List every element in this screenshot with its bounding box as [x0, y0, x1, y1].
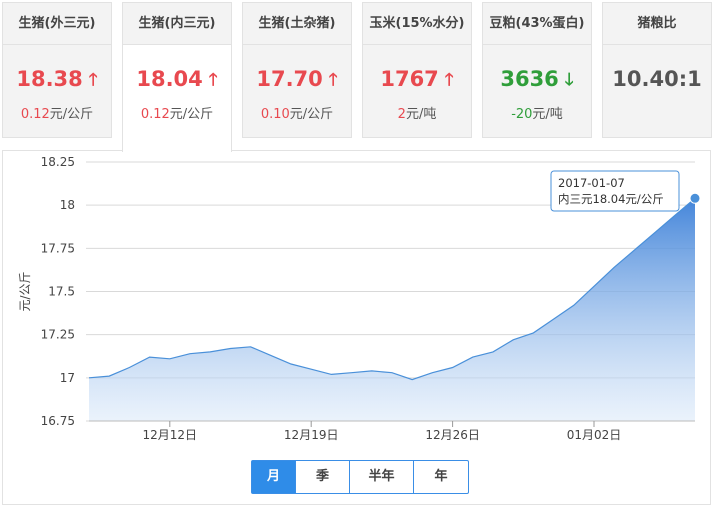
y-tick-label: 17.75	[41, 241, 75, 255]
card-corn[interactable]: 玉米(15%水分) 1767 🡑 2元/吨	[362, 2, 472, 138]
price-cards: 生猪(外三元) 18.38 🡑 0.12元/公斤 生猪(内三元) 18.04 🡑 0…	[0, 0, 713, 152]
chart-panel: 16.75 17 17.25 17.5 17.75 18 18.25 12月12日 12月19日…	[2, 150, 711, 505]
arrow-up-icon: 🡑	[328, 70, 338, 90]
range-year-button[interactable]: 年	[414, 461, 468, 493]
data-point-highlighted	[689, 192, 701, 204]
card-change: -20元/吨	[511, 107, 563, 122]
card-pig-outer-three[interactable]: 生猪(外三元) 18.38 🡑 0.12元/公斤	[2, 2, 112, 138]
range-half-year-button[interactable]: 半年	[350, 461, 414, 493]
y-tick-label: 18	[60, 198, 75, 212]
card-change: 0.10元/公斤	[260, 107, 334, 122]
y-axis-label: 元/公斤	[18, 271, 32, 311]
x-tick-label: 01月02日	[567, 428, 622, 442]
x-tick-label: 12月19日	[284, 428, 339, 442]
range-quarter-button[interactable]: 季	[296, 461, 350, 493]
card-pig-local[interactable]: 生猪(土杂猪) 17.70 🡑 0.10元/公斤	[242, 2, 352, 138]
card-title: 玉米(15%水分)	[363, 3, 471, 45]
card-price: 18.04 🡑	[123, 67, 231, 96]
x-tick-label: 12月26日	[425, 428, 480, 442]
card-title: 猪粮比	[603, 3, 711, 45]
card-change: 0.12元/公斤	[20, 107, 94, 122]
card-title: 豆粕(43%蛋白)	[483, 3, 591, 45]
card-price: 3636 🡓	[483, 67, 591, 96]
card-price: 17.70 🡑	[243, 67, 351, 96]
card-price: 10.40:1	[612, 67, 702, 91]
range-month-button[interactable]: 月	[252, 461, 296, 493]
price-chart: 16.75 17 17.25 17.5 17.75 18 18.25 12月12日 12月19日…	[18, 155, 701, 442]
arrow-up-icon: 🡑	[208, 70, 218, 90]
y-tick-label: 17.25	[41, 328, 75, 342]
card-change: 2元/吨	[397, 107, 437, 122]
y-tick-label: 18.25	[41, 155, 75, 169]
card-soymeal[interactable]: 豆粕(43%蛋白) 3636 🡓 -20元/吨	[482, 2, 592, 138]
tooltip-date: 2017-01-07	[558, 176, 625, 190]
tooltip-value: 内三元18.04元/公斤	[558, 192, 664, 206]
card-price: 18.38 🡑	[3, 67, 111, 96]
card-title: 生猪(外三元)	[3, 3, 111, 45]
card-pig-grain-ratio[interactable]: 猪粮比 10.40:1	[602, 2, 712, 138]
arrow-down-icon: 🡓	[564, 70, 574, 90]
y-tick-label: 17.5	[48, 285, 75, 299]
card-title: 生猪(内三元)	[123, 3, 231, 45]
arrow-up-icon: 🡑	[444, 70, 454, 90]
card-price: 1767 🡑	[363, 67, 471, 96]
card-change: 0.12元/公斤	[140, 107, 214, 122]
y-tick-label: 17	[60, 371, 75, 385]
x-tick-label: 12月12日	[143, 428, 198, 442]
card-pig-inner-three[interactable]: 生猪(内三元) 18.04 🡑 0.12元/公斤	[122, 2, 232, 152]
y-tick-label: 16.75	[41, 414, 75, 428]
arrow-up-icon: 🡑	[88, 70, 98, 90]
card-title: 生猪(土杂猪)	[243, 3, 351, 45]
range-selector: 月 季 半年 年	[251, 460, 469, 494]
series-area	[89, 198, 695, 421]
